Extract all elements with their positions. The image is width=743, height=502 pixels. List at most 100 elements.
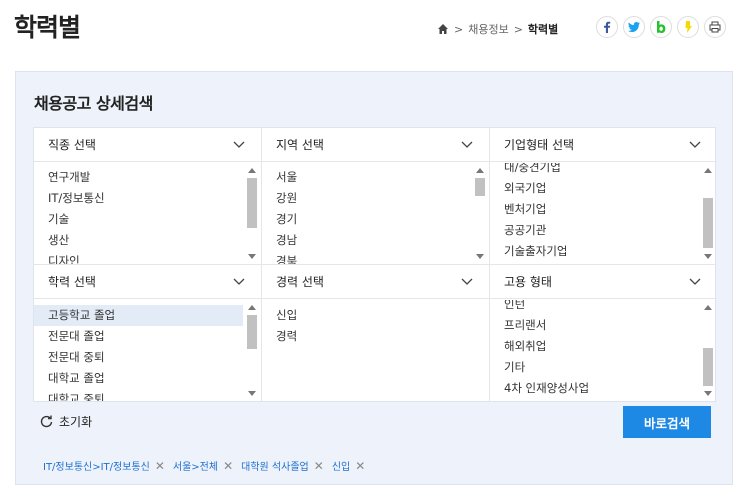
list-item[interactable]: 경남 bbox=[262, 230, 471, 251]
tag-label: 신입 bbox=[331, 462, 351, 473]
list-item[interactable]: 외국기업 bbox=[490, 178, 699, 199]
scrollbar[interactable] bbox=[703, 303, 713, 398]
chevron-down-icon bbox=[461, 141, 473, 148]
refresh-icon bbox=[40, 415, 53, 428]
list-item[interactable]: 4차 인재양성사업 bbox=[490, 378, 699, 399]
filter-list-job-type[interactable]: 연구개발 IT/정보통신 기술 생산 디자인 bbox=[34, 163, 261, 264]
filter-header-region[interactable]: 지역 선택 bbox=[262, 128, 489, 162]
list-item[interactable]: 경력 bbox=[262, 326, 471, 347]
filter-job-type: 직종 선택 연구개발 IT/정보통신 기술 생산 디자인 bbox=[34, 128, 261, 265]
search-button[interactable]: 바로검색 bbox=[623, 406, 711, 438]
list-item[interactable]: 경북 bbox=[262, 251, 471, 264]
list-item[interactable]: 신입 bbox=[262, 305, 471, 326]
filter-label: 지역 선택 bbox=[276, 138, 324, 152]
kakaostory-icon bbox=[685, 21, 692, 33]
facebook-share-button[interactable] bbox=[596, 16, 618, 38]
page-title: 학력별 bbox=[14, 13, 81, 42]
filter-list-company-type[interactable]: 대/중견기업 외국기업 벤처기업 공공기관 기술출자기업 bbox=[490, 163, 717, 264]
list-item[interactable]: IT/정보통신 bbox=[34, 188, 243, 209]
chevron-down-icon bbox=[689, 278, 701, 285]
panel-title: 채용공고 상세검색 bbox=[34, 94, 153, 113]
list-item[interactable]: 강원 bbox=[262, 188, 471, 209]
twitter-share-button[interactable] bbox=[623, 16, 645, 38]
list-item[interactable]: 기타 bbox=[490, 357, 699, 378]
tag-label: 서울>전체 bbox=[172, 462, 219, 473]
selected-tag: IT/정보통신>IT/정보통신 ✕ bbox=[43, 458, 165, 474]
divider bbox=[34, 264, 715, 265]
reset-label: 초기화 bbox=[59, 415, 93, 429]
list-item[interactable]: 벤처기업 bbox=[490, 199, 699, 220]
selected-tag: 신입 ✕ bbox=[331, 458, 365, 474]
filter-region: 지역 선택 서울 강원 경기 경남 경북 bbox=[262, 128, 489, 265]
scrollbar[interactable] bbox=[475, 166, 485, 261]
filter-list-education[interactable]: 고등학교 졸업 전문대 졸업 전문대 중퇴 대학교 졸업 대학교 중퇴 bbox=[34, 300, 261, 401]
share-buttons bbox=[596, 16, 726, 38]
filter-label: 학력 선택 bbox=[48, 275, 96, 289]
scrollbar[interactable] bbox=[247, 166, 257, 261]
filter-list-employment-type[interactable]: 인턴 프리랜서 해외취업 기타 4차 인재양성사업 bbox=[490, 300, 717, 401]
filter-company-type: 기업형태 선택 대/중견기업 외국기업 벤처기업 공공기관 기술출자기업 bbox=[490, 128, 717, 265]
remove-tag-icon[interactable]: ✕ bbox=[223, 459, 233, 473]
header: 학력별 > 채용정보 > 학력별 bbox=[0, 0, 743, 56]
chevron-down-icon bbox=[689, 141, 701, 148]
selected-tag: 대학원 석사졸업 ✕ bbox=[241, 458, 324, 474]
list-item[interactable]: 대학교 졸업 bbox=[34, 368, 243, 389]
filter-header-career[interactable]: 경력 선택 bbox=[262, 265, 489, 299]
filter-list-region[interactable]: 서울 강원 경기 경남 경북 bbox=[262, 163, 489, 264]
filter-label: 경력 선택 bbox=[276, 275, 324, 289]
filter-header-job-type[interactable]: 직종 선택 bbox=[34, 128, 261, 162]
selected-tag: 서울>전체 ✕ bbox=[172, 458, 233, 474]
chevron-down-icon bbox=[233, 141, 245, 148]
twitter-icon bbox=[628, 22, 640, 32]
breadcrumb-item-jobs[interactable]: 채용정보 bbox=[468, 21, 508, 37]
detail-search-panel: 채용공고 상세검색 직종 선택 연구개발 IT/정보통신 기술 생산 디자인 지… bbox=[15, 71, 733, 485]
remove-tag-icon[interactable]: ✕ bbox=[155, 459, 165, 473]
list-item[interactable]: 해외취업 bbox=[490, 336, 699, 357]
filter-employment-type: 고용 형태 인턴 프리랜서 해외취업 기타 4차 인재양성사업 bbox=[490, 265, 717, 402]
tag-label: IT/정보통신>IT/정보통신 bbox=[43, 462, 150, 473]
breadcrumb-separator: > bbox=[513, 22, 523, 36]
list-item-selected[interactable]: 고등학교 졸업 bbox=[34, 305, 243, 326]
chevron-down-icon bbox=[233, 278, 245, 285]
list-item[interactable]: 연구개발 bbox=[34, 167, 243, 188]
print-button[interactable] bbox=[704, 16, 726, 38]
list-item[interactable]: 기술출자기업 bbox=[490, 241, 699, 262]
filter-label: 기업형태 선택 bbox=[504, 138, 575, 152]
list-item[interactable]: 전문대 중퇴 bbox=[34, 347, 243, 368]
list-item[interactable]: 경기 bbox=[262, 209, 471, 230]
filter-header-education[interactable]: 학력 선택 bbox=[34, 265, 261, 299]
reset-button[interactable]: 초기화 bbox=[40, 413, 92, 430]
filter-label: 고용 형태 bbox=[504, 275, 552, 289]
remove-tag-icon[interactable]: ✕ bbox=[355, 459, 365, 473]
breadcrumb-separator: > bbox=[454, 22, 464, 36]
list-item[interactable]: 인턴 bbox=[490, 300, 699, 315]
list-item[interactable]: 디자인 bbox=[34, 251, 243, 264]
list-item[interactable]: 서울 bbox=[262, 167, 471, 188]
band-share-button[interactable] bbox=[650, 16, 672, 38]
list-item[interactable]: 기술 bbox=[34, 209, 243, 230]
filter-education: 학력 선택 고등학교 졸업 전문대 졸업 전문대 중퇴 대학교 졸업 대학교 중… bbox=[34, 265, 261, 402]
filter-career: 경력 선택 신입 경력 bbox=[262, 265, 489, 402]
list-item[interactable]: 공공기관 bbox=[490, 220, 699, 241]
list-item[interactable]: 생산 bbox=[34, 230, 243, 251]
remove-tag-icon[interactable]: ✕ bbox=[314, 459, 324, 473]
facebook-icon bbox=[604, 21, 611, 33]
breadcrumb: > 채용정보 > 학력별 bbox=[437, 21, 558, 37]
list-item[interactable]: 전문대 졸업 bbox=[34, 326, 243, 347]
list-item[interactable]: 대/중견기업 bbox=[490, 163, 699, 178]
printer-icon bbox=[709, 21, 721, 33]
selected-tags: IT/정보통신>IT/정보통신 ✕ 서울>전체 ✕ 대학원 석사졸업 ✕ 신입 … bbox=[43, 458, 365, 474]
scrollbar[interactable] bbox=[247, 303, 257, 398]
filter-grid: 직종 선택 연구개발 IT/정보통신 기술 생산 디자인 지역 선택 서울 강원… bbox=[33, 127, 717, 402]
filter-header-employment-type[interactable]: 고용 형태 bbox=[490, 265, 717, 299]
filter-header-company-type[interactable]: 기업형태 선택 bbox=[490, 128, 717, 162]
scrollbar[interactable] bbox=[703, 166, 713, 261]
chevron-down-icon bbox=[461, 278, 473, 285]
filter-label: 직종 선택 bbox=[48, 138, 96, 152]
list-item[interactable]: 프리랜서 bbox=[490, 315, 699, 336]
home-icon[interactable] bbox=[437, 23, 449, 35]
band-icon bbox=[657, 21, 666, 33]
filter-list-career[interactable]: 신입 경력 bbox=[262, 300, 489, 401]
list-item[interactable]: 대학교 중퇴 bbox=[34, 389, 243, 401]
kakao-share-button[interactable] bbox=[677, 16, 699, 38]
